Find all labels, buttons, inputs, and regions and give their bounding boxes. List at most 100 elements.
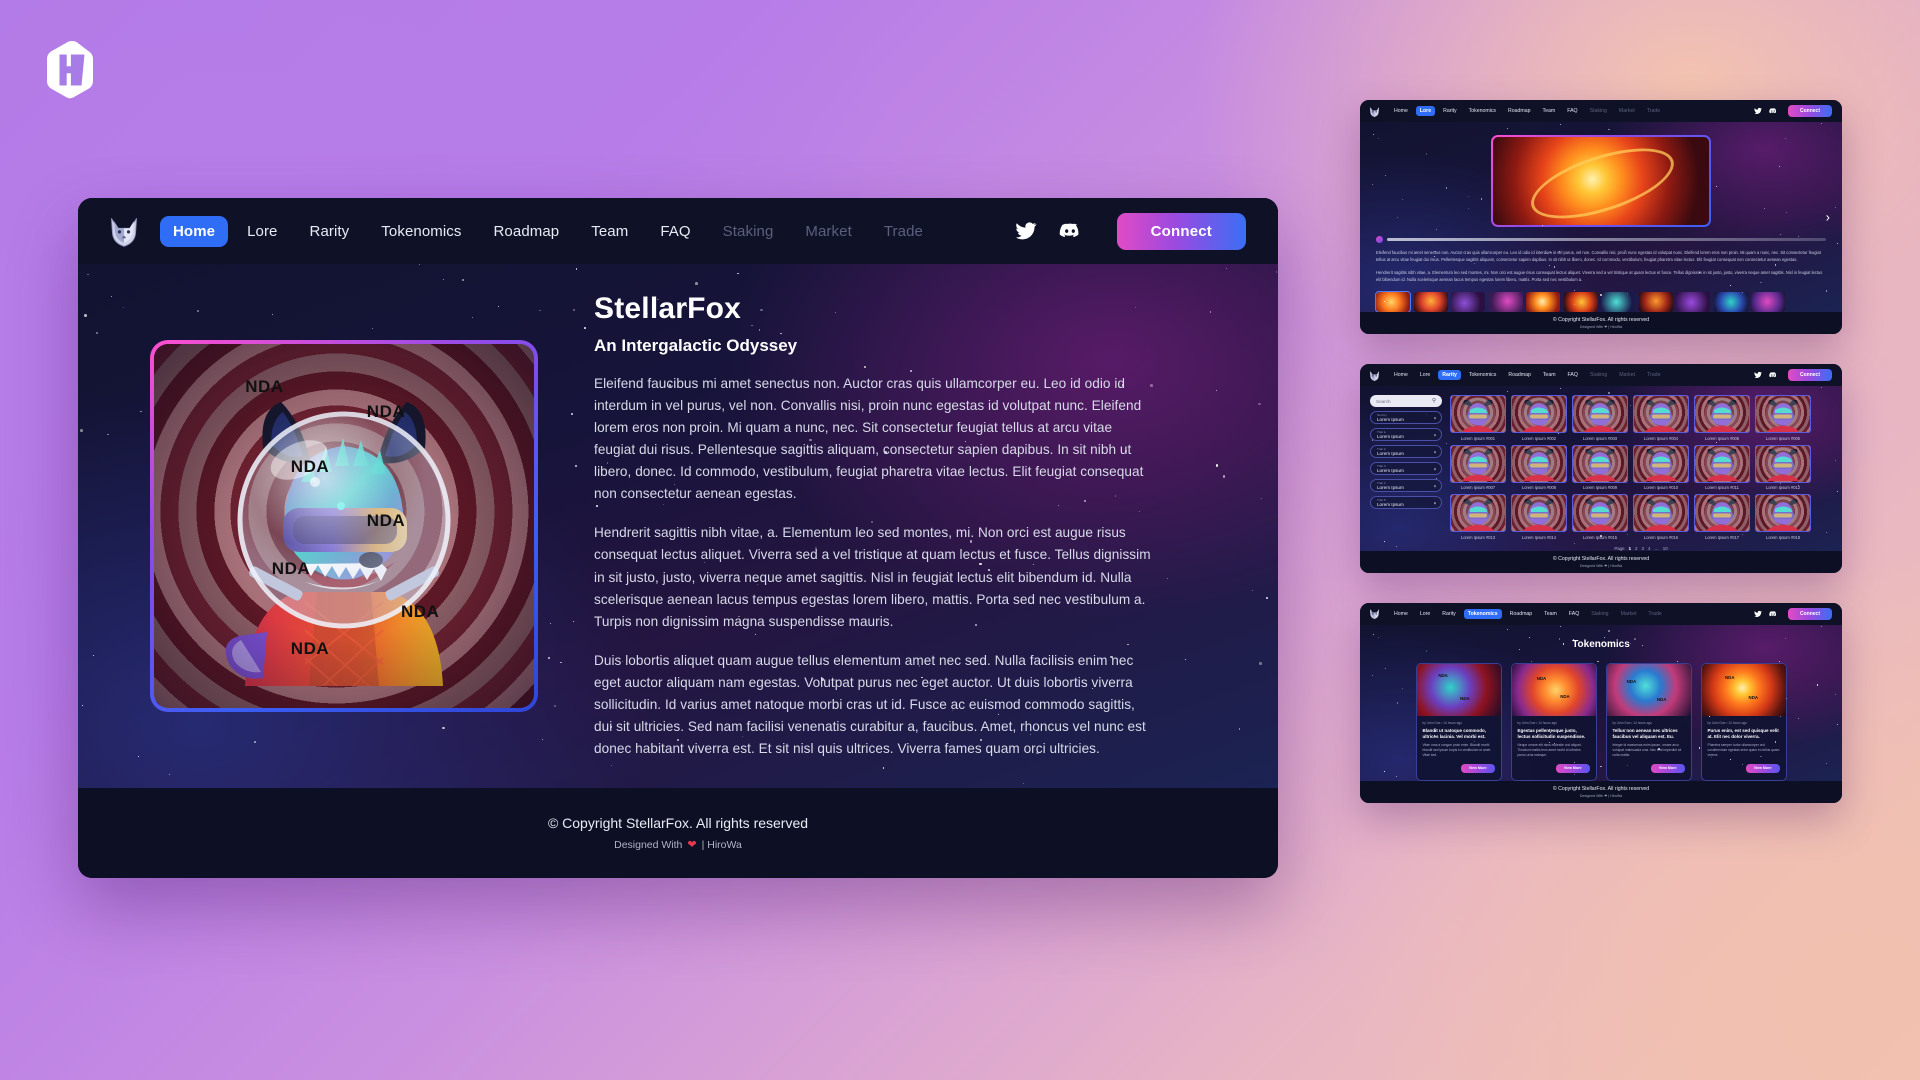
connect-wallet-button[interactable]: Connect — [1788, 105, 1832, 117]
lore-hero-carousel-image[interactable] — [1491, 135, 1711, 227]
nav-link-tokenomics[interactable]: Tokenomics — [368, 216, 474, 247]
nft-card[interactable]: Lorem Ipsum #016 — [1633, 494, 1689, 540]
nft-card[interactable]: Lorem Ipsum #005 — [1694, 395, 1750, 441]
page-4[interactable]: 4 — [1648, 546, 1650, 551]
thumb-nav-rarity[interactable]: Rarity — [1438, 609, 1460, 619]
thumb-nav-faq[interactable]: FAQ — [1563, 106, 1581, 116]
nft-card[interactable]: Lorem Ipsum #007 — [1450, 444, 1506, 490]
tokenomics-card[interactable]: NDA NDA by John Doe • 14 hours ago Egest… — [1510, 662, 1597, 781]
thumb-nav-rarity[interactable]: Rarity — [1438, 370, 1461, 381]
nft-card[interactable]: Lorem Ipsum #015 — [1572, 494, 1628, 540]
tokenomics-card[interactable]: NDA NDA by John Doe • 14 hours ago Tellu… — [1605, 662, 1692, 781]
thumb-nav-roadmap[interactable]: Roadmap — [1504, 370, 1535, 380]
lore-thumbnail-item[interactable] — [1526, 292, 1560, 313]
discord-icon[interactable] — [1059, 220, 1081, 242]
view-more-button[interactable]: View More — [1555, 763, 1590, 773]
nav-link-roadmap[interactable]: Roadmap — [481, 216, 573, 247]
nft-card[interactable]: Lorem Ipsum #017 — [1694, 494, 1750, 540]
thumb-nav-tokenomics[interactable]: Tokenomics — [1465, 370, 1500, 380]
magnifier-icon: ⚲ — [1431, 398, 1436, 405]
nft-card[interactable]: Lorem Ipsum #012 — [1755, 444, 1811, 490]
nft-card[interactable]: Lorem Ipsum #008 — [1511, 444, 1567, 490]
thumbnail-rarity-page[interactable]: Home Lore Rarity Tokenomics Roadmap Team… — [1360, 364, 1842, 573]
page-2[interactable]: 2 — [1635, 546, 1637, 551]
nft-card[interactable]: Lorem Ipsum #013 — [1450, 494, 1506, 540]
lore-thumbnail-item[interactable] — [1751, 292, 1785, 313]
nft-card[interactable]: Lorem Ipsum #018 — [1755, 494, 1811, 540]
connect-wallet-button[interactable]: Connect — [1788, 369, 1832, 382]
filter-trait-1[interactable]: Trait 1 Lorem Ipsum ▾ — [1370, 428, 1442, 442]
twitter-icon[interactable] — [1754, 610, 1762, 618]
nav-link-rarity[interactable]: Rarity — [297, 216, 363, 247]
page-1[interactable]: 1 — [1629, 546, 1631, 551]
thumb-nav-rarity[interactable]: Rarity — [1439, 106, 1461, 116]
thumb-nav-home[interactable]: Home — [1390, 106, 1412, 116]
thumb-nav-tokenomics[interactable]: Tokenomics — [1463, 608, 1502, 619]
lore-thumbnail-item[interactable] — [1563, 292, 1598, 313]
page-10[interactable]: 10 — [1663, 546, 1668, 551]
twitter-icon[interactable] — [1015, 220, 1037, 242]
nft-card[interactable]: Lorem Ipsum #006 — [1755, 395, 1811, 441]
lore-thumbnail-item[interactable] — [1488, 292, 1523, 313]
nft-card[interactable]: Lorem Ipsum #009 — [1572, 444, 1628, 490]
thumb-nav-faq[interactable]: FAQ — [1565, 609, 1583, 619]
nft-card[interactable]: Lorem Ipsum #011 — [1694, 444, 1750, 490]
thumb-nav-lore[interactable]: Lore — [1416, 609, 1434, 619]
lore-thumbnail-item[interactable] — [1676, 292, 1710, 313]
thumb-nav-home[interactable]: Home — [1390, 609, 1412, 619]
twitter-icon[interactable] — [1754, 371, 1762, 379]
thumb-nav-team[interactable]: Team — [1539, 106, 1560, 116]
thumb-nav-tokenomics[interactable]: Tokenomics — [1465, 106, 1500, 116]
page-3[interactable]: 3 — [1641, 546, 1643, 551]
nft-card-label: Lorem Ipsum #010 — [1643, 485, 1679, 491]
nav-link-home[interactable]: Home — [160, 215, 229, 247]
thumb-nav-roadmap[interactable]: Roadmap — [1506, 609, 1537, 619]
filter-sort-by[interactable]: Sort by Lorem Ipsum ▾ — [1370, 411, 1442, 425]
filter-value: Lorem Ipsum — [1377, 451, 1404, 457]
thumb-nav-team[interactable]: Team — [1539, 370, 1560, 380]
thumbnail-tokenomics-page[interactable]: Home Lore Rarity Tokenomics Roadmap Team… — [1360, 602, 1842, 803]
nav-link-faq[interactable]: FAQ — [647, 216, 703, 247]
rarity-filter-sidebar: Search ⚲ Sort by Lorem Ipsum ▾ Trait 1 L… — [1370, 395, 1442, 551]
stellarfox-fox-logo-icon[interactable] — [106, 213, 142, 249]
thumb-nav-lore[interactable]: Lore — [1416, 370, 1434, 380]
nft-card[interactable]: Lorem Ipsum #001 — [1450, 395, 1506, 441]
chevron-right-icon[interactable]: › — [1826, 211, 1830, 224]
thumbnail-lore-page[interactable]: Home Lore Rarity Tokenomics Roadmap Team… — [1360, 100, 1842, 335]
filter-trait-4[interactable]: Trait 4 Lorem Ipsum ▾ — [1370, 479, 1442, 493]
discord-icon[interactable] — [1769, 107, 1777, 115]
filter-trait-5[interactable]: Trait 5 Lorem Ipsum ▾ — [1370, 496, 1442, 510]
connect-wallet-button[interactable]: Connect — [1116, 212, 1246, 250]
nft-card[interactable]: Lorem Ipsum #003 — [1572, 395, 1628, 441]
thumb-nav-home[interactable]: Home — [1390, 370, 1412, 380]
thumb-nav-team[interactable]: Team — [1540, 609, 1561, 619]
nft-card[interactable]: Lorem Ipsum #004 — [1633, 395, 1689, 441]
nav-link-lore[interactable]: Lore — [234, 216, 290, 247]
view-more-button[interactable]: View More — [1650, 763, 1685, 773]
nav-link-team[interactable]: Team — [578, 216, 641, 247]
connect-wallet-button[interactable]: Connect — [1788, 607, 1832, 620]
lore-thumbnail-item[interactable] — [1713, 292, 1748, 313]
tokenomics-card[interactable]: NDA NDA by John Doe • 14 hours ago Purus… — [1700, 662, 1787, 781]
nft-card[interactable]: Lorem Ipsum #010 — [1633, 444, 1689, 491]
nft-card[interactable]: Lorem Ipsum #014 — [1511, 494, 1567, 540]
lore-thumbnail-item[interactable] — [1601, 292, 1635, 313]
twitter-icon[interactable] — [1754, 107, 1762, 115]
lore-thumbnail-item[interactable] — [1375, 291, 1411, 313]
filter-trait-2[interactable]: Trait 2 Lorem Ipsum ▾ — [1370, 445, 1442, 459]
tokenomics-card[interactable]: NDA NDA by John Doe • 14 hours ago Bland… — [1415, 662, 1502, 781]
lore-thumbnail-item[interactable] — [1451, 292, 1485, 313]
card-info: by John Doe • 14 hours ago Tellus non ae… — [1607, 716, 1691, 780]
filter-trait-3[interactable]: Trait 3 Lorem Ipsum ▾ — [1370, 462, 1442, 476]
lore-thumbnail-item[interactable] — [1413, 292, 1448, 313]
search-input[interactable]: Search ⚲ — [1370, 395, 1442, 408]
lore-thumbnail-item[interactable] — [1638, 292, 1673, 313]
thumb-nav-faq[interactable]: FAQ — [1564, 370, 1582, 380]
discord-icon[interactable] — [1769, 371, 1777, 379]
view-more-button[interactable]: View More — [1745, 763, 1780, 773]
thumb-nav-lore[interactable]: Lore — [1415, 106, 1436, 116]
thumb-nav-roadmap[interactable]: Roadmap — [1504, 106, 1535, 116]
discord-icon[interactable] — [1769, 610, 1777, 618]
nft-card[interactable]: Lorem Ipsum #002 — [1511, 395, 1567, 441]
view-more-button[interactable]: View More — [1460, 763, 1495, 773]
